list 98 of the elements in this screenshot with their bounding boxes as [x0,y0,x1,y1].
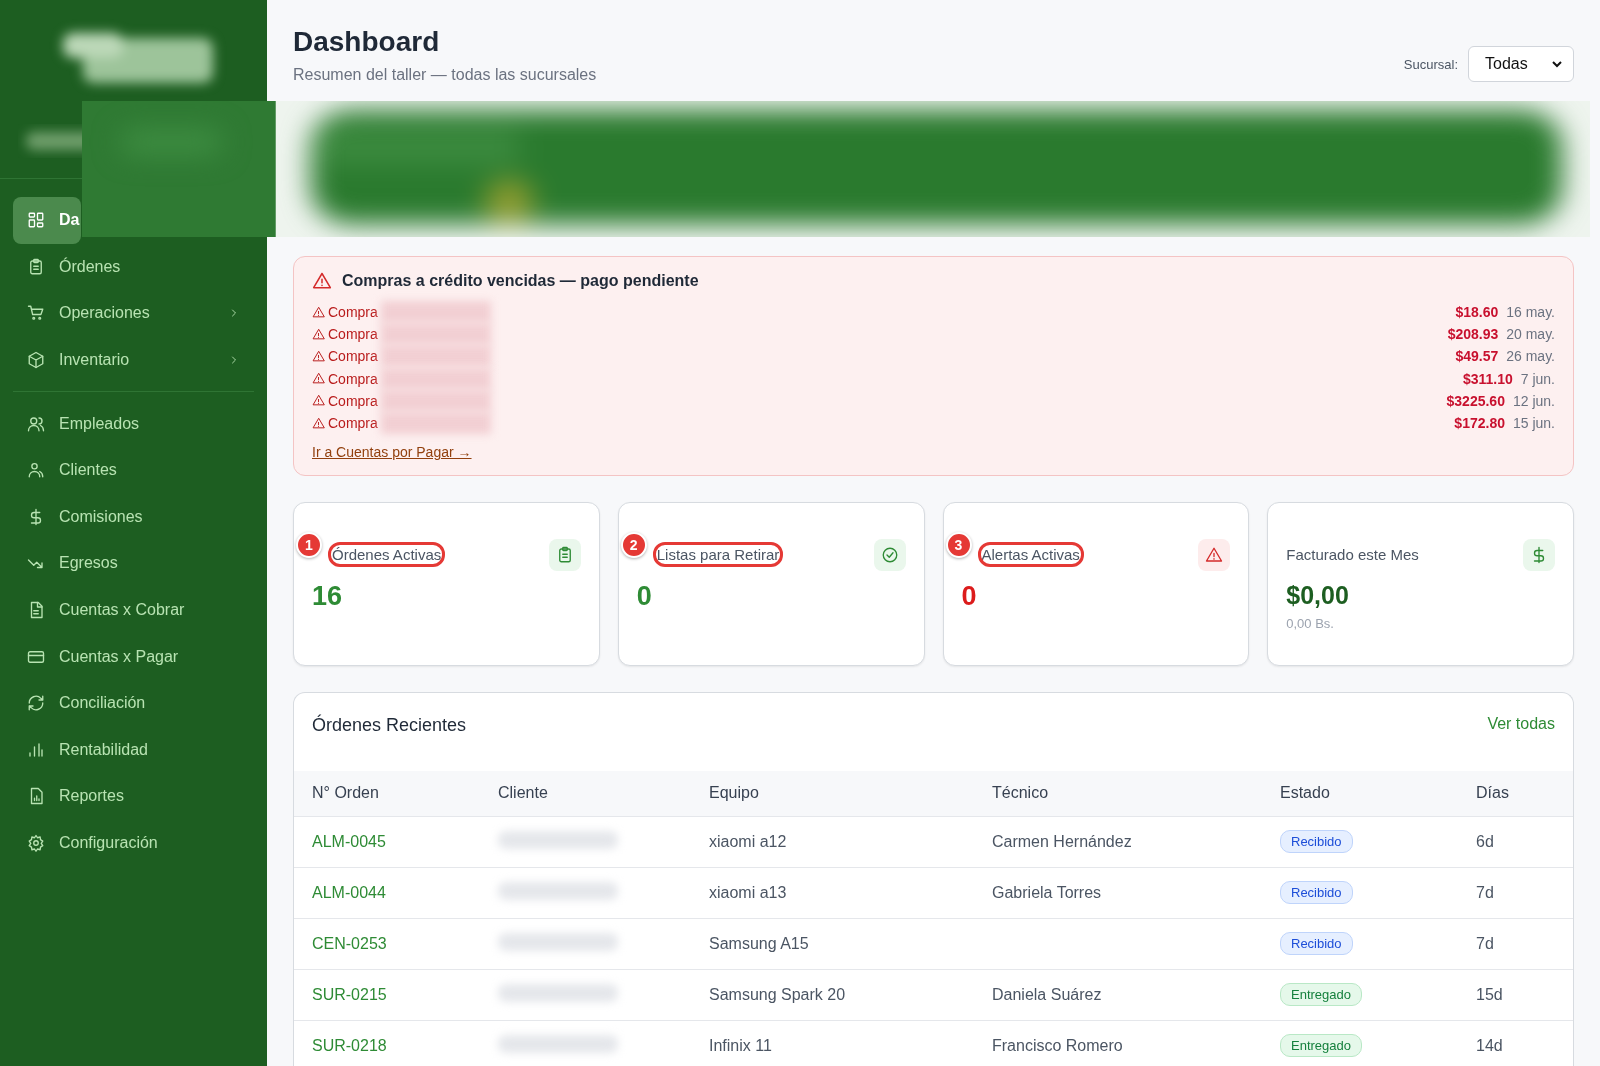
sidebar-item[interactable]: Clientes [13,446,254,494]
sidebar-item[interactable]: Configuración [13,819,254,867]
branch-label: Sucursal: [1403,56,1458,72]
table-cell: Samsung A15 [709,934,809,952]
sidebar-item[interactable]: Conciliación [13,679,254,727]
order-link[interactable]: SUR-0215 [312,985,387,1003]
column-header: Técnico [974,771,1262,817]
status-badge: Entregado [1280,983,1362,1007]
status-badge: Recibido [1280,830,1353,854]
sidebar-item[interactable]: Órdenes [13,243,254,291]
purchase-label: Compra [328,326,378,343]
sidebar-item[interactable]: Reportes [13,773,254,820]
amount-text: $172.80 [1454,415,1505,432]
page-title: Dashboard [293,26,441,58]
sync-icon [27,694,45,713]
order-link[interactable]: CEN-0253 [312,934,387,952]
status-badge: Entregado [1280,1034,1362,1058]
users-icon [27,414,45,433]
amount-text: $3225.60 [1446,392,1505,409]
sidebar-item[interactable]: Cuentas x Cobrar [13,586,254,634]
grid-icon [27,211,45,230]
date-text: 7 jun. [1520,370,1555,387]
table-cell: Gabriela Torres [992,883,1102,901]
table-cell: 6d [1476,832,1494,850]
amount-text: $208.93 [1447,326,1499,343]
purchase-label: Compra [328,392,378,409]
purchase-label: Compra [328,304,378,321]
payables-link[interactable]: Ir a Cuentas por Pagar → [312,444,472,461]
order-link[interactable]: ALM-0045 [312,832,386,850]
column-header: Días [1458,771,1573,817]
date-text: 12 jun. [1512,392,1555,409]
column-header: N° Orden [294,771,480,817]
order-link[interactable]: SUR-0218 [312,1036,387,1054]
warning-icon [312,416,325,430]
stat-value: 0 [636,581,653,613]
column-header: Equipo [691,771,974,817]
table-cell: Carmen Hernández [992,832,1132,850]
amount-text: $18.60 [1455,304,1499,321]
warning-icon [1205,546,1224,565]
column-header: Cliente [480,771,691,817]
users-icon [27,461,45,480]
cart-icon [27,304,45,323]
amount-text: $311.10 [1462,370,1513,387]
sidebar-item[interactable]: Egresos [13,540,254,587]
clipboard-icon [27,257,45,276]
date-text: 16 may. [1506,304,1555,321]
table-cell: 14d [1476,1036,1503,1054]
view-all-link[interactable]: Ver todas [1487,715,1555,734]
table-cell: Samsung Spark 20 [709,985,846,1003]
sidebar-item[interactable]: Empleados [13,400,254,447]
page-subtitle: Resumen del taller — todas las sucursales [293,66,597,84]
sidebar-item[interactable]: Inventario [13,336,254,384]
warning-icon [312,372,325,386]
stat-value: $0,00 [1286,581,1350,611]
table-cell: Daniela Suárez [992,985,1102,1003]
settings-icon [27,834,45,852]
branch-select[interactable]: Todas [1468,46,1574,82]
check-circle-icon [880,546,899,565]
purchase-label: Compra [328,370,378,387]
date-text: 26 may. [1506,348,1555,365]
caret-icon [1551,58,1563,70]
order-link[interactable]: ALM-0044 [312,883,386,901]
stat-value: 16 [312,581,344,613]
column-header: Estado [1262,771,1458,817]
sidebar-item[interactable]: Operaciones [13,290,254,337]
alert-title: Compras a crédito vencidas — pago pendiente [342,272,699,290]
annotation-badge: 3 [945,532,972,559]
table-cell: xiaomi a12 [709,832,787,850]
sidebar-item[interactable]: Rentabilidad [13,726,254,774]
purchase-label: Compra [328,415,378,432]
table-cell: 7d [1476,883,1494,901]
warning-icon [312,349,325,363]
warning-icon [312,305,325,319]
table-cell: Infinix 11 [709,1036,772,1054]
box-icon [27,351,45,370]
purchase-label: Compra [328,348,378,365]
amount-text: $49.57 [1455,348,1499,365]
date-text: 20 may. [1506,326,1555,343]
card-title: Órdenes Recientes [312,715,467,737]
stat-label: Facturado este Mes [1286,546,1419,564]
annotation-badge: 1 [296,532,322,559]
status-badge: Recibido [1280,932,1353,956]
warning-icon [312,394,325,408]
bar-chart-icon [27,740,45,759]
stat-value: 0 [961,581,978,613]
annotation-badge: 2 [620,532,647,559]
warning-icon [312,327,325,341]
warning-icon [312,271,332,291]
date-text: 15 jun. [1512,415,1555,432]
status-badge: Recibido [1280,881,1353,905]
table-cell: 15d [1476,985,1503,1003]
table-cell: xiaomi a13 [709,883,787,901]
stat-subtext: 0,00 Bs. [1286,616,1335,632]
sidebar-item[interactable]: Comisiones [13,493,254,541]
table-cell: 7d [1476,934,1494,952]
sidebar-item[interactable]: Cuentas x Pagar [13,633,254,680]
sidebar-item[interactable]: Da [13,197,81,244]
table-cell: Francisco Romero [992,1036,1123,1054]
